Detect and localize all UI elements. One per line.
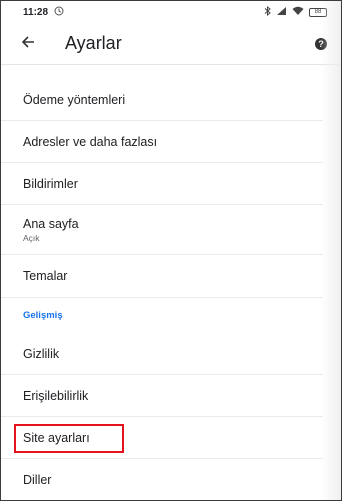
settings-item-themes[interactable]: Temalar [1, 255, 323, 298]
bluetooth-icon [264, 5, 271, 19]
settings-item-label: Erişilebilirlik [23, 388, 89, 403]
settings-item-label: Diller [23, 473, 52, 487]
arrow-back-icon[interactable] [21, 33, 49, 54]
highlight-box [14, 424, 124, 453]
settings-item-homepage[interactable]: Ana sayfa Açık [1, 205, 323, 255]
settings-item-label: Ana sayfa [23, 216, 79, 231]
settings-item-payment-methods[interactable]: Ödeme yöntemleri [1, 79, 323, 121]
status-icons: 88 [264, 5, 327, 19]
settings-item-privacy[interactable]: Gizlilik [1, 333, 323, 375]
settings-item-accessibility[interactable]: Erişilebilirlik [1, 375, 323, 417]
signal-icon [276, 6, 287, 19]
status-time: 11:28 [23, 6, 49, 18]
scroll-edge-shade [321, 1, 341, 500]
settings-item-sublabel: Açık [23, 232, 40, 243]
section-header-advanced: Gelişmiş [1, 298, 323, 333]
page-title: Ayarlar [65, 33, 122, 53]
settings-item-addresses[interactable]: Adresler ve daha fazlası [1, 121, 323, 163]
settings-item-label: Ödeme yöntemleri [23, 92, 126, 107]
status-bar: 11:28 88 [1, 1, 341, 23]
settings-item-label: Bildirimler [23, 176, 78, 191]
section-header-label: Gelişmiş [23, 310, 63, 321]
clock-icon [54, 6, 64, 19]
settings-item-languages[interactable]: Diller [1, 459, 323, 500]
settings-item-notifications[interactable]: Bildirimler [1, 163, 323, 205]
settings-item-label: Gizlilik [23, 346, 60, 361]
wifi-icon [292, 6, 304, 19]
settings-item-label: Temalar [23, 269, 68, 283]
settings-item-label: Adresler ve daha fazlası [23, 134, 158, 149]
phone-screen: 11:28 88 Ayarlar ? Ödeme yöntemleri [0, 0, 342, 501]
app-bar: Ayarlar ? [1, 23, 341, 65]
